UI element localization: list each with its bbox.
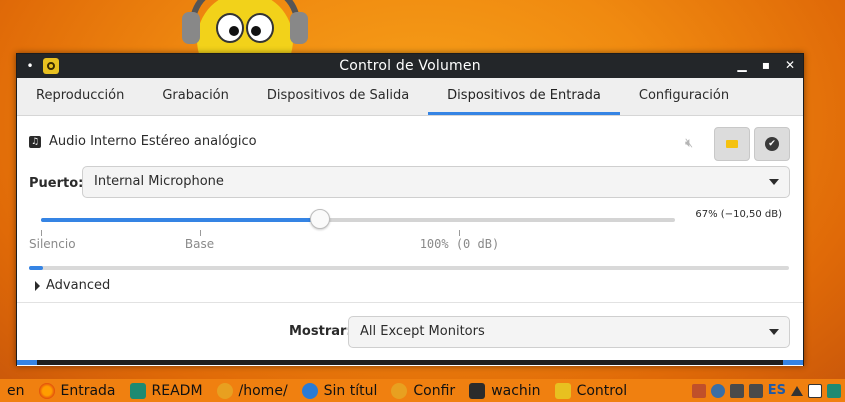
task-sin-titulo[interactable]: Sin títul <box>295 379 385 402</box>
device-name: Audio Interno Estéreo analógico <box>49 134 257 149</box>
tab-dispositivos-salida[interactable]: Dispositivos de Salida <box>248 78 428 115</box>
task-label: READM <box>151 382 203 399</box>
system-tray: ES <box>691 383 845 398</box>
port-label: Puerto: <box>29 176 84 191</box>
task-label: Confir <box>413 382 456 399</box>
notification-icon[interactable] <box>808 383 822 398</box>
show-select[interactable]: All Except Monitors <box>348 316 790 348</box>
volume-control-window: • Control de Volumen ▁ ▪ ✕ Reproducción … <box>16 53 804 366</box>
expand-triangle-icon <box>35 280 40 291</box>
input-devices-panel: ♫ Audio Interno Estéreo analógico 🔇︎ ✔ P… <box>17 116 803 366</box>
task-entrada[interactable]: Entrada <box>32 379 123 402</box>
music-note-icon: ♫ <box>29 135 41 148</box>
show-label: Mostrar: <box>289 324 352 339</box>
tab-dispositivos-entrada[interactable]: Dispositivos de Entrada <box>428 78 620 115</box>
level-meter <box>29 266 789 270</box>
tab-configuracion[interactable]: Configuración <box>620 78 748 115</box>
advanced-expander[interactable]: Advanced <box>35 278 110 293</box>
speaker-icon[interactable] <box>748 383 763 398</box>
taskbar: en Entrada READM /home/ Sin títul Confir… <box>0 379 845 402</box>
chevron-down-icon <box>769 179 779 185</box>
mute-icon[interactable]: 🔇︎ <box>685 136 701 152</box>
tick-silence <box>41 230 42 236</box>
level-meter-fill <box>29 266 43 270</box>
tick-base <box>199 230 201 236</box>
volume-app-icon <box>554 382 571 399</box>
task-wachin[interactable]: wachin <box>462 379 547 402</box>
task-en[interactable]: en <box>0 379 32 402</box>
terminal-icon <box>469 382 486 399</box>
globe-icon <box>301 382 318 399</box>
volume-slider[interactable] <box>41 209 675 229</box>
task-readme[interactable]: READM <box>123 379 210 402</box>
task-label: wachin <box>491 382 541 399</box>
task-home[interactable]: /home/ <box>210 379 295 402</box>
window-title: Control de Volumen <box>339 58 481 74</box>
tab-reproduccion[interactable]: Reproducción <box>17 78 143 115</box>
set-default-button[interactable]: ✔ <box>754 127 790 161</box>
tick-label-100: 100% (0 dB) <box>419 237 500 251</box>
window-bottom-border <box>17 360 803 365</box>
check-icon: ✔ <box>765 137 779 151</box>
titlebar: • Control de Volumen ▁ ▪ ✕ <box>17 54 803 78</box>
keyboard-layout[interactable]: ES <box>768 383 786 398</box>
task-label: en <box>7 382 25 399</box>
port-select[interactable]: Internal Microphone <box>82 166 790 198</box>
files-icon <box>216 382 233 399</box>
volume-slider-handle[interactable] <box>309 209 330 229</box>
task-label: Control <box>576 382 628 399</box>
lock-channels-button[interactable] <box>714 127 750 161</box>
editor-icon <box>129 382 146 399</box>
lock-icon <box>726 140 738 148</box>
tab-bar: Reproducción Grabación Dispositivos de S… <box>17 78 803 116</box>
close-icon[interactable]: ✕ <box>783 58 797 72</box>
tab-grabacion[interactable]: Grabación <box>143 78 248 115</box>
volume-percent: 67% (−10,50 dB) <box>695 209 782 220</box>
device-header: ♫ Audio Interno Estéreo analógico <box>29 134 257 149</box>
clipboard-icon[interactable] <box>729 383 744 398</box>
show-value: All Except Monitors <box>360 324 485 339</box>
task-confirm[interactable]: Confir <box>384 379 462 402</box>
minimize-icon[interactable]: ▁ <box>735 58 749 72</box>
advanced-label: Advanced <box>46 278 111 293</box>
tick-label-silence: Silencio <box>29 237 76 251</box>
footer: Mostrar: All Except Monitors <box>17 302 803 366</box>
task-label: /home/ <box>238 382 288 399</box>
maximize-icon[interactable]: ▪ <box>759 58 773 72</box>
app-tray-icon[interactable] <box>691 383 706 398</box>
task-label: Sin títul <box>323 382 378 399</box>
task-label: Entrada <box>60 382 116 399</box>
firefox-icon <box>38 382 55 399</box>
updates-icon[interactable] <box>827 383 841 398</box>
tick-100 <box>459 230 461 236</box>
chevron-down-icon <box>769 329 779 335</box>
eject-icon[interactable] <box>791 385 803 396</box>
tick-label-base: Base <box>184 237 215 251</box>
wallpaper-mascot <box>182 0 308 60</box>
task-control[interactable]: Control <box>548 379 635 402</box>
volume-slider-fill <box>41 218 320 222</box>
settings-icon <box>391 382 408 399</box>
network-icon[interactable] <box>710 383 725 398</box>
port-value: Internal Microphone <box>94 174 224 189</box>
